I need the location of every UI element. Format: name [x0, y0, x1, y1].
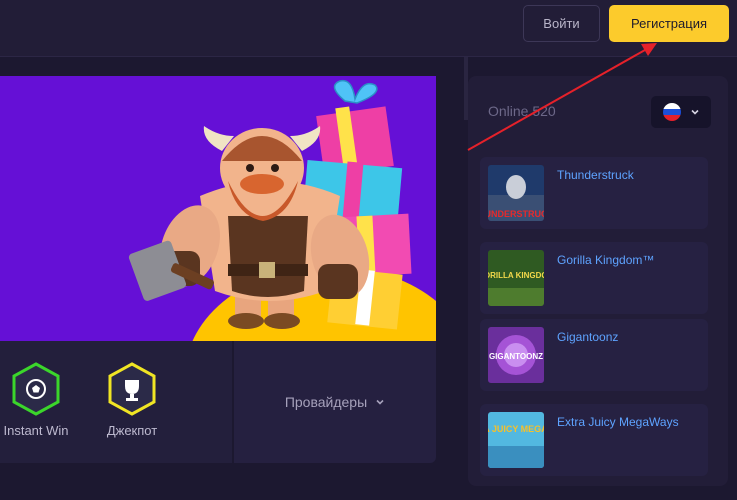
category-instant-win[interactable]: Instant Win — [2, 361, 70, 438]
top-bar: Войти Регистрация — [0, 0, 737, 57]
promo-banner[interactable] — [0, 76, 436, 341]
register-button[interactable]: Регистрация — [609, 5, 729, 42]
language-selector[interactable] — [651, 96, 711, 128]
game-thumbnail: GORILLA KINGDOM — [488, 250, 544, 306]
svg-text:GIGANTOONZ: GIGANTOONZ — [489, 352, 543, 361]
category-jackpot[interactable]: Джекпот — [96, 361, 168, 438]
game-thumbnail: EXTRA JUICY MEGAWAYS — [488, 412, 544, 468]
game-item-gorilla-kingdom[interactable]: GORILLA KINGDOM Gorilla Kingdom™ — [480, 242, 708, 314]
game-name: Extra Juicy MegaWays — [557, 415, 679, 429]
viking-illustration — [128, 79, 436, 341]
providers-dropdown[interactable]: Провайдеры — [234, 341, 436, 463]
soccer-ball-icon — [12, 362, 60, 416]
game-name: Gigantoonz — [557, 330, 619, 344]
online-count: Online 520 — [488, 103, 556, 119]
game-item-thunderstruck[interactable]: UNDERSTRUC Thunderstruck — [480, 157, 708, 229]
chevron-down-icon — [376, 399, 384, 405]
category-label: Instant Win — [3, 423, 69, 438]
russia-flag-icon — [663, 103, 681, 121]
providers-label: Провайдеры — [284, 394, 368, 410]
game-item-extra-juicy-megaways[interactable]: EXTRA JUICY MEGAWAYS Extra Juicy MegaWay… — [480, 404, 708, 476]
game-thumbnail: UNDERSTRUC — [488, 165, 544, 221]
game-name: Thunderstruck — [557, 168, 634, 182]
category-panel: Instant Win Джекпот — [0, 341, 232, 463]
game-item-gigantoonz[interactable]: GIGANTOONZ Gigantoonz — [480, 319, 708, 391]
game-name: Gorilla Kingdom™ — [557, 253, 655, 267]
trophy-icon — [108, 362, 156, 416]
login-button[interactable]: Войти — [523, 5, 600, 42]
svg-text:UNDERSTRUC: UNDERSTRUC — [488, 209, 544, 219]
svg-text:GORILLA KINGDOM: GORILLA KINGDOM — [488, 271, 544, 280]
category-label: Джекпот — [106, 423, 158, 438]
game-thumbnail: GIGANTOONZ — [488, 327, 544, 383]
chevron-down-icon — [691, 109, 699, 115]
svg-text:EXTRA JUICY MEGAWAYS: EXTRA JUICY MEGAWAYS — [488, 424, 544, 434]
